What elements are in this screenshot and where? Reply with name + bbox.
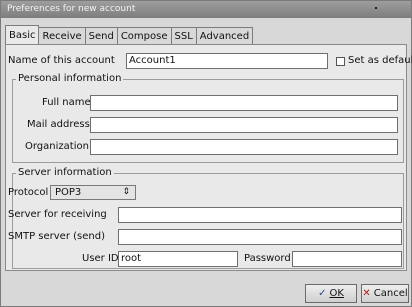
account-name-input[interactable]: Account1 [126,53,328,69]
smtp-server-label: SMTP server (send) [8,231,105,242]
tab-bar: Basic Receive Send Compose SSL Advanced [5,25,254,45]
protocol-select[interactable]: POP3 ⇕ [50,185,136,200]
set-default-label: Set as default [348,55,412,66]
mail-address-label: Mail address [27,119,90,130]
full-name-input[interactable] [90,95,398,111]
full-name-label: Full name [42,97,91,108]
user-id-label: User ID [82,253,119,264]
account-name-label: Name of this account [8,55,115,66]
organization-input[interactable] [90,139,398,155]
personal-info-title: Personal information [16,73,124,84]
receiving-server-input[interactable] [118,207,402,223]
smtp-server-input[interactable] [118,229,402,245]
cancel-label: Cancel [373,288,408,299]
ok-label: OK [329,288,344,299]
user-id-input[interactable]: root [118,251,238,267]
tab-compose[interactable]: Compose [116,27,172,44]
mail-address-input[interactable] [90,117,398,133]
tab-basic[interactable]: Basic [5,25,40,44]
organization-label: Organization [25,141,89,152]
set-default-checkbox[interactable] [336,57,345,66]
cancel-icon: ✕ [362,288,371,299]
password-label: Password [244,253,291,264]
basic-panel: Name of this account Account1 Set as def… [5,44,412,271]
protocol-value: POP3 [55,187,82,198]
tab-send[interactable]: Send [84,27,118,44]
receiving-server-label: Server for receiving [8,209,107,220]
tab-advanced[interactable]: Advanced [195,27,254,44]
ok-button[interactable]: ✓ OK [305,284,357,303]
server-info-title: Server information [16,167,114,178]
protocol-label: Protocol [8,187,49,198]
window-title: Preferences for new account [7,4,136,14]
cancel-button[interactable]: ✕ Cancel [361,284,409,303]
ok-icon: ✓ [318,288,327,299]
password-input[interactable] [292,251,402,267]
cursor-dot [375,7,377,9]
preferences-window: Preferences for new account Basic Receiv… [0,0,412,307]
window-titlebar[interactable]: Preferences for new account [1,1,411,18]
select-arrows-icon: ⇕ [122,187,130,197]
tab-ssl[interactable]: SSL [170,27,197,44]
tab-receive[interactable]: Receive [38,27,86,44]
